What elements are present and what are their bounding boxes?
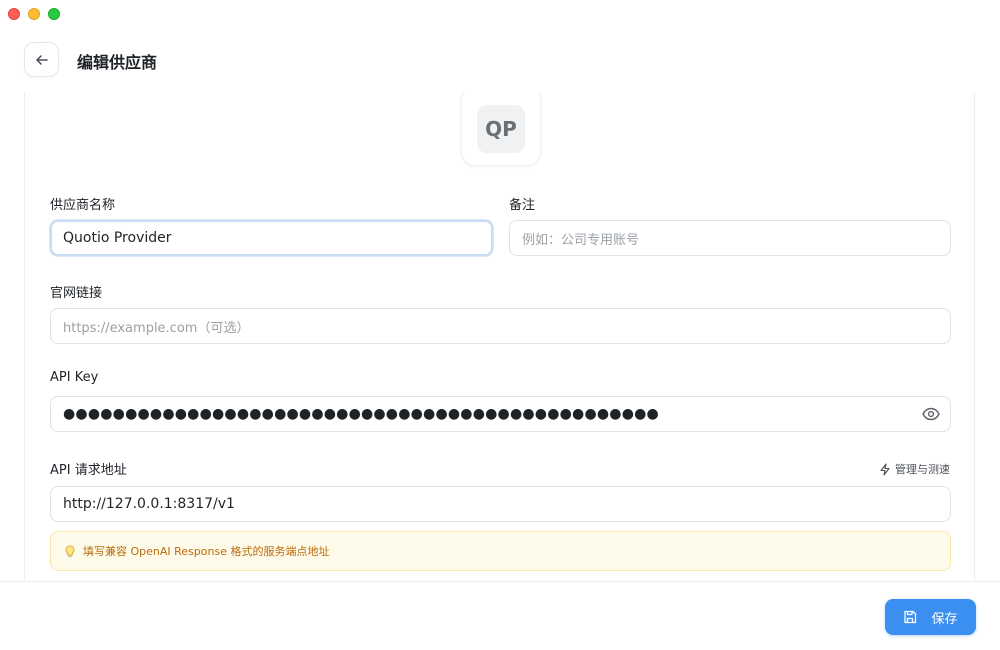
website-label: 官网链接 [50, 286, 103, 301]
endpoint-input[interactable]: http://127.0.0.1:8317/v1 [50, 486, 951, 522]
endpoint-label: API 请求地址 [50, 463, 127, 478]
provider-name-label: 供应商名称 [50, 198, 116, 213]
footer-bar: 保存 [0, 581, 1000, 650]
manage-speedtest-label: 管理与测速 [895, 463, 950, 476]
eye-icon[interactable] [922, 407, 940, 421]
note-label: 备注 [509, 198, 536, 213]
manage-speedtest-link[interactable]: 管理与测速 [879, 461, 950, 477]
minimize-window-button[interactable] [28, 8, 40, 20]
provider-avatar-card[interactable]: QP [461, 92, 541, 166]
api-key-masked-value: ●●●●●●●●●●●●●●●●●●●●●●●●●●●●●●●●●●●●●●●●… [63, 406, 659, 422]
page-header: 编辑供应商 [0, 28, 1000, 92]
provider-name-input[interactable]: Quotio Provider [50, 220, 493, 256]
endpoint-value: http://127.0.0.1:8317/v1 [63, 496, 235, 512]
tip-text: 填写兼容 OpenAI Response 格式的服务端点地址 [83, 545, 330, 558]
avatar: QP [477, 105, 525, 153]
endpoint-tip: 填写兼容 OpenAI Response 格式的服务端点地址 [50, 531, 951, 571]
lightbulb-icon [65, 545, 75, 557]
close-window-button[interactable] [8, 8, 20, 20]
window-titlebar [0, 0, 1000, 28]
api-key-label: API Key [50, 370, 99, 385]
page-title: 编辑供应商 [77, 53, 158, 72]
zoom-window-button[interactable] [48, 8, 60, 20]
note-input[interactable]: 例如：公司专用账号 [509, 220, 951, 256]
provider-name-value: Quotio Provider [63, 230, 172, 246]
arrow-left-icon [35, 54, 48, 65]
api-key-input[interactable]: ●●●●●●●●●●●●●●●●●●●●●●●●●●●●●●●●●●●●●●●●… [50, 396, 951, 432]
back-button[interactable] [24, 42, 59, 77]
website-placeholder: https://example.com（可选） [63, 320, 250, 336]
website-input[interactable]: https://example.com（可选） [50, 308, 951, 344]
lightning-icon [880, 462, 890, 476]
note-placeholder: 例如：公司专用账号 [522, 232, 640, 248]
save-button[interactable]: 保存 [885, 599, 976, 635]
form-scroll-area[interactable]: QP 供应商名称 Quotio Provider 备注 例如：公司专用账号 官网… [24, 92, 975, 581]
save-label: 保存 [931, 611, 958, 627]
save-icon [904, 610, 917, 624]
